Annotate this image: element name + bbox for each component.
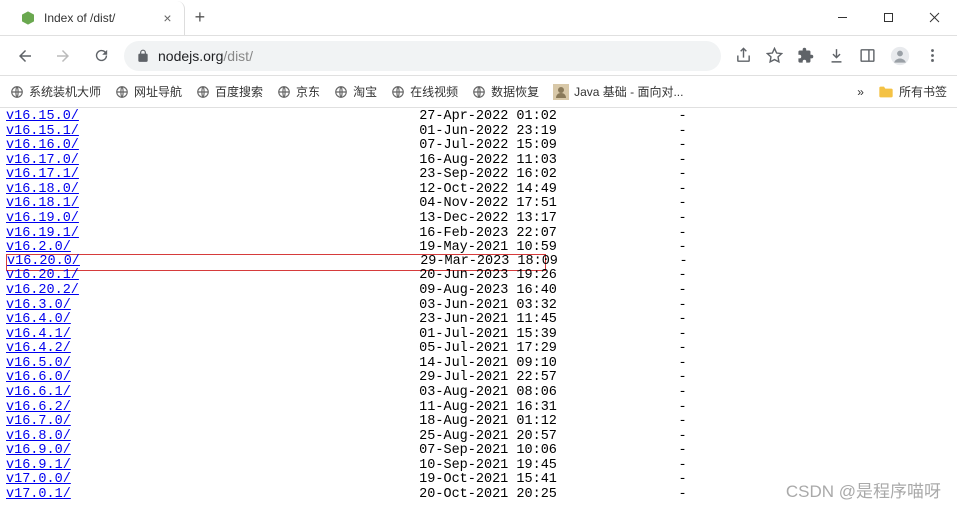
directory-listing[interactable]: v16.15.0/ 27-Apr-2022 01:02 -v16.15.1/ 0… <box>0 108 957 516</box>
listing-row: v16.5.0/ 14-Jul-2021 09:10 - <box>6 357 951 372</box>
directory-link[interactable]: v16.3.0/ <box>6 298 71 313</box>
bookmarks-bar: 系统装机大师网址导航百度搜索京东淘宝在线视频数据恢复 Java 基础 - 面向对.… <box>0 76 957 108</box>
directory-link[interactable]: v17.0.1/ <box>6 487 71 502</box>
star-icon[interactable] <box>766 47 783 64</box>
directory-link[interactable]: v16.19.0/ <box>6 211 79 226</box>
directory-link[interactable]: v16.20.2/ <box>6 283 79 298</box>
listing-row: v16.6.2/ 11-Aug-2021 16:31 - <box>6 401 951 416</box>
listing-row: v16.9.1/ 10-Sep-2021 19:45 - <box>6 459 951 474</box>
back-button[interactable] <box>10 41 40 71</box>
titlebar: Index of /dist/ × + <box>0 0 957 36</box>
bookmark-item[interactable]: 在线视频 <box>391 83 458 100</box>
directory-link[interactable]: v16.4.2/ <box>6 341 71 356</box>
listing-row: v16.4.1/ 01-Jul-2021 15:39 - <box>6 328 951 343</box>
directory-link[interactable]: v16.2.0/ <box>6 240 71 255</box>
directory-link[interactable]: v16.17.1/ <box>6 167 79 182</box>
listing-row: v16.17.0/ 16-Aug-2022 11:03 - <box>6 154 951 169</box>
bookmark-item[interactable]: 网址导航 <box>115 83 182 100</box>
listing-row: v16.18.1/ 04-Nov-2022 17:51 - <box>6 197 951 212</box>
directory-link[interactable]: v16.9.1/ <box>6 458 71 473</box>
listing-row: v16.17.1/ 23-Sep-2022 16:02 - <box>6 168 951 183</box>
listing-row: v16.4.2/ 05-Jul-2021 17:29 - <box>6 342 951 357</box>
listing-row: v17.0.1/ 20-Oct-2021 20:25 - <box>6 488 951 503</box>
directory-link[interactable]: v16.7.0/ <box>6 414 71 429</box>
listing-row: v16.15.1/ 01-Jun-2022 23:19 - <box>6 125 951 140</box>
listing-row: v16.19.0/ 13-Dec-2022 13:17 - <box>6 212 951 227</box>
directory-link[interactable]: v17.0.0/ <box>6 472 71 487</box>
tab-title: Index of /dist/ <box>44 11 115 25</box>
bookmarks-overflow[interactable]: » <box>857 85 864 99</box>
minimize-button[interactable] <box>819 0 865 36</box>
url-text: nodejs.org/dist/ <box>158 48 253 64</box>
new-tab-button[interactable]: + <box>195 7 206 28</box>
directory-link[interactable]: v16.18.0/ <box>6 182 79 197</box>
side-panel-icon[interactable] <box>859 47 876 64</box>
directory-link[interactable]: v16.20.0/ <box>7 254 80 269</box>
downloads-icon[interactable] <box>828 47 845 64</box>
listing-row: v16.8.0/ 25-Aug-2021 20:57 - <box>6 430 951 445</box>
listing-row: v17.0.0/ 19-Oct-2021 15:41 - <box>6 473 951 488</box>
directory-link[interactable]: v16.17.0/ <box>6 153 79 168</box>
profile-icon[interactable] <box>890 46 910 66</box>
directory-link[interactable]: v16.15.0/ <box>6 109 79 124</box>
menu-icon[interactable] <box>924 47 941 64</box>
directory-link[interactable]: v16.4.0/ <box>6 312 71 327</box>
window-controls <box>819 0 957 36</box>
toolbar-icons <box>729 46 947 66</box>
reload-button[interactable] <box>86 41 116 71</box>
nodejs-favicon <box>20 10 36 26</box>
directory-link[interactable]: v16.6.2/ <box>6 400 71 415</box>
forward-button[interactable] <box>48 41 78 71</box>
listing-row: v16.9.0/ 07-Sep-2021 10:06 - <box>6 444 951 459</box>
directory-link[interactable]: v16.6.0/ <box>6 370 71 385</box>
bookmark-item[interactable]: 系统装机大师 <box>10 83 101 100</box>
directory-link[interactable]: v16.9.0/ <box>6 443 71 458</box>
address-bar[interactable]: nodejs.org/dist/ <box>124 41 721 71</box>
extensions-icon[interactable] <box>797 47 814 64</box>
directory-link[interactable]: v16.20.1/ <box>6 268 79 283</box>
directory-link[interactable]: v16.6.1/ <box>6 385 71 400</box>
browser-tab[interactable]: Index of /dist/ × <box>8 1 185 35</box>
directory-link[interactable]: v16.19.1/ <box>6 226 79 241</box>
listing-row: v16.7.0/ 18-Aug-2021 01:12 - <box>6 415 951 430</box>
directory-link[interactable]: v16.18.1/ <box>6 196 79 211</box>
bookmark-item[interactable]: 淘宝 <box>334 83 377 100</box>
tab-close-icon[interactable]: × <box>163 10 171 26</box>
listing-row: v16.4.0/ 23-Jun-2021 11:45 - <box>6 313 951 328</box>
toolbar: nodejs.org/dist/ <box>0 36 957 76</box>
close-button[interactable] <box>911 0 957 36</box>
bookmark-item[interactable]: 百度搜索 <box>196 83 263 100</box>
maximize-button[interactable] <box>865 0 911 36</box>
folder-icon <box>878 85 894 99</box>
all-bookmarks[interactable]: 所有书签 <box>878 83 947 100</box>
directory-link[interactable]: v16.4.1/ <box>6 327 71 342</box>
bookmark-item[interactable]: 数据恢复 <box>472 83 539 100</box>
directory-link[interactable]: v16.8.0/ <box>6 429 71 444</box>
listing-row: v16.20.1/ 20-Jun-2023 19:26 - <box>6 269 951 284</box>
listing-row: v16.18.0/ 12-Oct-2022 14:49 - <box>6 183 951 198</box>
directory-link[interactable]: v16.16.0/ <box>6 138 79 153</box>
listing-row: v16.20.2/ 09-Aug-2023 16:40 - <box>6 284 951 299</box>
listing-row: v16.19.1/ 16-Feb-2023 22:07 - <box>6 227 951 242</box>
listing-row: v16.6.0/ 29-Jul-2021 22:57 - <box>6 371 951 386</box>
bookmark-item[interactable]: 京东 <box>277 83 320 100</box>
directory-link[interactable]: v16.5.0/ <box>6 356 71 371</box>
bookmark-item[interactable]: Java 基础 - 面向对... <box>553 83 683 100</box>
lock-icon <box>136 49 150 63</box>
directory-link[interactable]: v16.15.1/ <box>6 124 79 139</box>
listing-row: v16.16.0/ 07-Jul-2022 15:09 - <box>6 139 951 154</box>
listing-row: v16.6.1/ 03-Aug-2021 08:06 - <box>6 386 951 401</box>
listing-row: v16.3.0/ 03-Jun-2021 03:32 - <box>6 299 951 314</box>
listing-row: v16.15.0/ 27-Apr-2022 01:02 - <box>6 110 951 125</box>
share-icon[interactable] <box>735 47 752 64</box>
